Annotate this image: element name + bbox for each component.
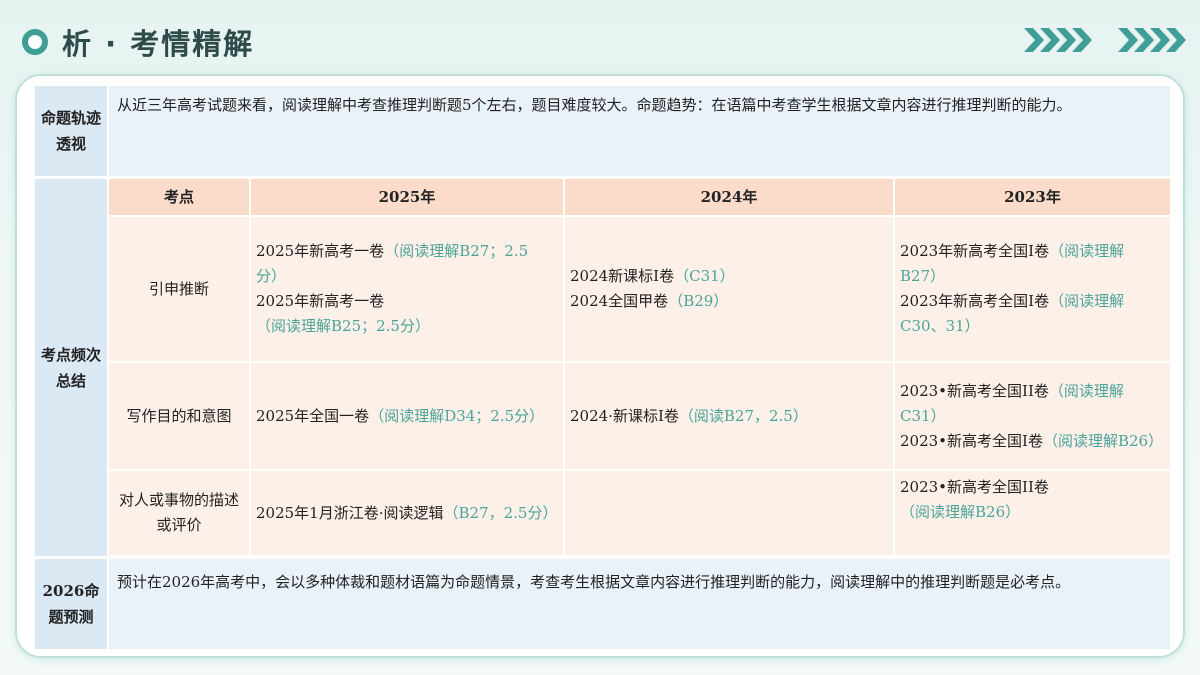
header-point: 考点 — [107, 177, 251, 217]
summary-table: 考点 2025年 2024年 2023年 引申推断 2025年新高考一卷（阅读理… — [107, 177, 1172, 557]
chevron-group-right — [1118, 28, 1186, 52]
table-header-row: 考点 2025年 2024年 2023年 — [107, 177, 1172, 217]
page-header: 析 · 考情精解 — [22, 18, 254, 66]
cell-2025: 2025年1月浙江卷·阅读逻辑（B27，2.5分） — [249, 469, 565, 557]
table-row: 引申推断 2025年新高考一卷（阅读理解B27；2.5分） 2025年新高考一卷… — [107, 215, 1172, 363]
forecast-text: 预计在2026年高考中，会以多种体裁和题材语篇为命题情景，考查考生根据文章内容进… — [109, 559, 1170, 649]
header-2025: 2025年 — [249, 177, 565, 217]
title-dot-icon — [22, 29, 48, 55]
chevron-group-left — [1024, 28, 1092, 52]
point-cell: 对人或事物的描述或评价 — [107, 469, 251, 557]
trend-text: 从近三年高考试题来看，阅读理解中考查推理判断题5个左右，题目难度较大。命题趋势：… — [109, 86, 1170, 176]
cell-2025: 2025年全国一卷（阅读理解D34；2.5分） — [249, 361, 565, 471]
cell-2023: 2023年新高考全国I卷（阅读理解B27） 2023年新高考全国I卷（阅读理解C… — [893, 215, 1172, 363]
header-2023: 2023年 — [893, 177, 1172, 217]
trend-label: 命题轨迹透视 — [35, 86, 107, 176]
chevron-right-icon — [1118, 28, 1138, 52]
cell-2024: 2024·新课标I卷（阅读B27，2.5） — [563, 361, 895, 471]
point-cell: 写作目的和意图 — [107, 361, 251, 471]
cell-2024: 2024新课标I卷（C31） 2024全国甲卷（B29） — [563, 215, 895, 363]
cell-2023: 2023•新高考全国II卷（阅读理解B26） — [893, 469, 1172, 557]
summary-label: 考点频次总结 — [35, 179, 107, 556]
table-row: 对人或事物的描述或评价 2025年1月浙江卷·阅读逻辑（B27，2.5分） 20… — [107, 469, 1172, 557]
point-cell: 引申推断 — [107, 215, 251, 363]
table-row: 写作目的和意图 2025年全国一卷（阅读理解D34；2.5分） 2024·新课标… — [107, 361, 1172, 471]
header-2024: 2024年 — [563, 177, 895, 217]
content-card: 命题轨迹透视 从近三年高考试题来看，阅读理解中考查推理判断题5个左右，题目难度较… — [15, 74, 1185, 658]
cell-2023: 2023•新高考全国II卷（阅读理解C31） 2023•新高考全国I卷（阅读理解… — [893, 361, 1172, 471]
chevron-right-icon — [1024, 28, 1044, 52]
cell-2025: 2025年新高考一卷（阅读理解B27；2.5分） 2025年新高考一卷（阅读理解… — [249, 215, 565, 363]
page-title: 析 · 考情精解 — [62, 27, 255, 61]
cell-2024 — [563, 469, 895, 557]
forecast-label: 2026命题预测 — [35, 559, 107, 649]
